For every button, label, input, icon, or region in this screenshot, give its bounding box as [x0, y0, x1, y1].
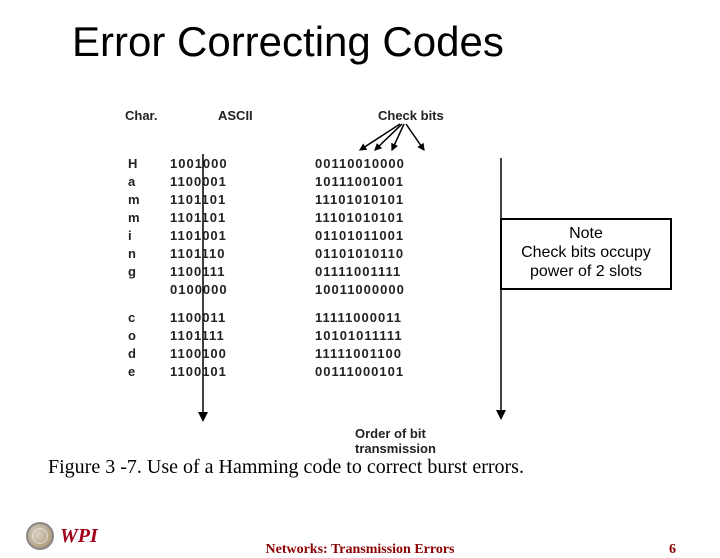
- char-cell: d: [100, 346, 170, 361]
- figure-caption: Figure 3 -7. Use of a Hamming code to co…: [48, 456, 524, 479]
- check-cell: 10011000000: [315, 282, 485, 297]
- table-row: a110000110111001001: [100, 172, 485, 190]
- ascii-cell: 1100011: [170, 310, 315, 325]
- header-char: Char.: [125, 108, 158, 123]
- ascii-cell: 1101101: [170, 210, 315, 225]
- check-cell: 00110010000: [315, 156, 485, 171]
- ascii-cell: 1001000: [170, 156, 315, 171]
- check-cell: 01101011001: [315, 228, 485, 243]
- table-row: H100100000110010000: [100, 154, 485, 172]
- check-cell: 10101011111: [315, 328, 485, 343]
- footer-page-number: 6: [669, 542, 676, 558]
- note-title: Note: [506, 224, 666, 243]
- char-cell: a: [100, 174, 170, 189]
- note-box: Note Check bits occupy power of 2 slots: [500, 218, 672, 290]
- ascii-cell: 0100000: [170, 282, 315, 297]
- header-check: Check bits: [378, 108, 444, 123]
- check-cell: 11111001100: [315, 346, 485, 361]
- table-row: c110001111111000011: [100, 308, 485, 326]
- note-line-1: Check bits occupy: [506, 243, 666, 262]
- ascii-cell: 1100100: [170, 346, 315, 361]
- check-cell: 11111000011: [315, 310, 485, 325]
- table-row: i110100101101011001: [100, 226, 485, 244]
- check-cell: 11101010101: [315, 192, 485, 207]
- char-cell: m: [100, 192, 170, 207]
- table-row: n110111001101010110: [100, 244, 485, 262]
- check-cell: 00111000101: [315, 364, 485, 379]
- ascii-cell: 1100001: [170, 174, 315, 189]
- char-cell: H: [100, 156, 170, 171]
- table-row: d110010011111001100: [100, 344, 485, 362]
- table-row: m110110111101010101: [100, 190, 485, 208]
- check-cell: 11101010101: [315, 210, 485, 225]
- table-row: g110011101111001111: [100, 262, 485, 280]
- char-cell: g: [100, 264, 170, 279]
- ascii-cell: 1101111: [170, 328, 315, 343]
- ascii-cell: 1101110: [170, 246, 315, 261]
- order-label: Order of bit transmission: [355, 426, 500, 456]
- header-ascii: ASCII: [218, 108, 253, 123]
- table-row: m110110111101010101: [100, 208, 485, 226]
- char-cell: n: [100, 246, 170, 261]
- table-row: o110111110101011111: [100, 326, 485, 344]
- check-cell: 01101010110: [315, 246, 485, 261]
- table-row: e110010100111000101: [100, 362, 485, 380]
- check-cell: 10111001001: [315, 174, 485, 189]
- slide-title: Error Correcting Codes: [72, 18, 720, 66]
- char-cell: i: [100, 228, 170, 243]
- ascii-cell: 1101101: [170, 192, 315, 207]
- table-row: 010000010011000000: [100, 280, 485, 298]
- ascii-cell: 1100101: [170, 364, 315, 379]
- char-cell: c: [100, 310, 170, 325]
- footer-title: Networks: Transmission Errors: [0, 542, 720, 558]
- data-rows: H100100000110010000a110000110111001001m1…: [100, 154, 485, 380]
- ascii-cell: 1100111: [170, 264, 315, 279]
- check-cell: 01111001111: [315, 264, 485, 279]
- note-line-2: power of 2 slots: [506, 262, 666, 281]
- ascii-cell: 1101001: [170, 228, 315, 243]
- char-cell: m: [100, 210, 170, 225]
- char-cell: o: [100, 328, 170, 343]
- char-cell: e: [100, 364, 170, 379]
- check-bits-arrows-icon: [352, 122, 472, 152]
